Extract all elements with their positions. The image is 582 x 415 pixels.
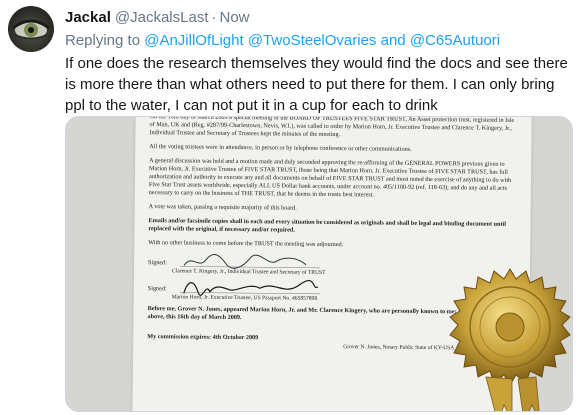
user-handle[interactable]: @JackalsLast	[115, 9, 209, 26]
signature-caption: Marion Horn, Jr. Executive Trustee, US P…	[171, 294, 318, 302]
seal-icon	[449, 268, 571, 411]
doc-paragraph: A general discussion was held and a moti…	[148, 157, 512, 199]
doc-paragraph: With no other business to come before th…	[148, 239, 344, 249]
doc-paragraph: A vote was taken, passing a requisite ma…	[148, 203, 297, 212]
mention-link-3[interactable]: @C65Autuori	[410, 32, 500, 49]
doc-paragraph: All the voting trustees were in attendan…	[149, 143, 412, 153]
doc-paragraph: On the 16th day of March 2009 a special …	[149, 116, 515, 139]
mention-link-2[interactable]: @TwoSteelOvaries	[248, 32, 377, 49]
tweet-time[interactable]: Now	[220, 9, 250, 26]
attached-photo[interactable]: On the 16th day of March 2009 a special …	[65, 116, 573, 412]
signed-label: Signed:	[148, 259, 168, 267]
mention-joiner[interactable]: and	[376, 32, 409, 49]
notary-caption: Grover N. Jones, Notary Public State of …	[343, 344, 455, 352]
doc-paragraph: Emails and/or facsimile copies shall in …	[148, 217, 507, 234]
separator-dot: ·	[211, 9, 217, 26]
replying-prefix: Replying to	[65, 32, 145, 49]
tweet-header: Jackal @JackalsLast · Now	[65, 9, 250, 27]
commission-text: My commission expires: 4th October 2009	[147, 333, 259, 342]
eye-avatar-icon	[12, 19, 50, 40]
gold-notary-seal	[446, 265, 572, 411]
tweet-text: If one does the research themselves they…	[65, 55, 568, 114]
avatar[interactable]	[8, 6, 54, 52]
tweet[interactable]: Jackal @JackalsLast · Now Replying to @AnJi…	[0, 0, 582, 415]
replying-to-line: Replying to @AnJillOfLight @TwoSteelOvar…	[65, 32, 500, 50]
signed-label: Signed:	[147, 285, 167, 293]
signature-caption: Clarence T. Kingery, Jr., Individual Tru…	[171, 268, 326, 276]
mention-link-1[interactable]: @AnJillOfLight	[144, 32, 243, 49]
display-name[interactable]: Jackal	[65, 9, 111, 26]
